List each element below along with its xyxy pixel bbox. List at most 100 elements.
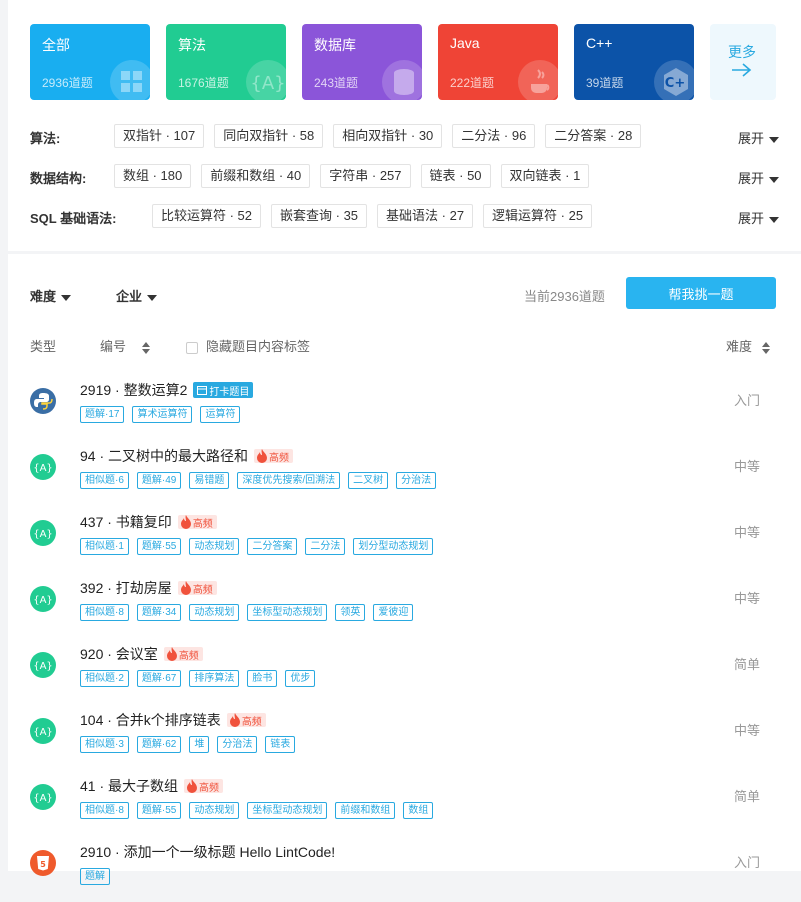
problem-tag[interactable]: 深度优先搜索/回溯法 <box>237 472 341 489</box>
problem-tag[interactable]: 坐标型动态规划 <box>247 604 328 621</box>
problem-tag[interactable]: 相似题·2 <box>80 670 129 687</box>
problem-tag[interactable]: 算术运算符 <box>132 406 193 423</box>
expand-button[interactable]: 展开 <box>738 208 780 227</box>
problem-tag[interactable]: 题解·67 <box>136 670 182 687</box>
problem-tag[interactable]: 划分型动态规划 <box>353 538 434 555</box>
problem-row[interactable]: {A} 920 · 会议室 高频 相似题·2 题解·67 排序算法 脸书 优步 简单 <box>8 638 801 704</box>
problem-tag[interactable]: 运算符 <box>200 406 241 423</box>
problem-row[interactable]: {A} 104 · 合并k个排序链表 高频 相似题·3 题解·62 堆分治法 链表 中等 <box>8 704 801 770</box>
tag-chip[interactable]: 逻辑运算符 · 25 <box>483 204 593 228</box>
problem-tag[interactable]: 领英 <box>335 604 366 621</box>
card-more[interactable]: 更多 <box>710 24 776 100</box>
problem-tag[interactable]: 脸书 <box>247 670 278 687</box>
problem-tag[interactable]: 优步 <box>285 670 316 687</box>
pick-problem-button[interactable]: 帮我挑一题 <box>626 277 776 309</box>
problem-title[interactable]: 41 · 最大子数组 高频 <box>80 776 224 796</box>
problem-tag[interactable]: 题解·55 <box>136 538 182 555</box>
problem-title-text[interactable]: 437 · 书籍复印 <box>80 512 172 532</box>
problem-tag[interactable]: 分治法 <box>217 736 258 753</box>
problem-title[interactable]: 104 · 合并k个排序链表 高频 <box>80 710 266 730</box>
company-filter[interactable]: 企业 <box>116 286 158 305</box>
problem-row[interactable]: {A} 437 · 书籍复印 高频 相似题·1 题解·55 动态规划 二分答案 二分法 划分型动… <box>8 506 801 572</box>
problem-title-text[interactable]: 2910 · 添加一个一级标题 Hello LintCode! <box>80 842 335 862</box>
problem-title-text[interactable]: 41 · 最大子数组 <box>80 776 178 796</box>
problem-tag[interactable]: 题解·17 <box>80 406 125 423</box>
problem-row[interactable]: 5 2910 · 添加一个一级标题 Hello LintCode! 题解 入门 <box>8 836 801 902</box>
problem-tag[interactable]: 坐标型动态规划 <box>247 802 328 819</box>
problem-tag[interactable]: 题解·34 <box>136 604 182 621</box>
problem-title-text[interactable]: 920 · 会议室 <box>80 644 158 664</box>
tag-chip[interactable]: 字符串 · 257 <box>320 164 411 188</box>
problem-tag[interactable]: 堆 <box>189 736 210 753</box>
database-icon <box>382 60 422 100</box>
problem-tag[interactable]: 题解·62 <box>136 736 182 753</box>
card-database[interactable]: 数据库 243道题 <box>302 24 422 100</box>
problem-title[interactable]: 2919 · 整数运算2 打卡题目 <box>80 380 254 400</box>
tag-chip[interactable]: 基础语法 · 27 <box>377 204 474 228</box>
card-title: C++ <box>586 35 613 51</box>
problem-row[interactable]: {A} 94 · 二叉树中的最大路径和 高频 相似题·6 题解·49 易错题 深度优先搜索/… <box>8 440 801 506</box>
difficulty-filter[interactable]: 难度 <box>30 286 72 305</box>
tag-chip[interactable]: 同向双指针 · 58 <box>214 124 324 148</box>
problem-title-text[interactable]: 104 · 合并k个排序链表 <box>80 710 221 730</box>
caret-down-icon <box>147 294 158 301</box>
header-number-sort[interactable]: 编号 <box>100 336 151 355</box>
filter-label: 难度 <box>30 289 57 304</box>
problem-tag[interactable]: 相似题·1 <box>80 538 129 555</box>
problem-tag[interactable]: 动态规划 <box>189 604 240 621</box>
header-difficulty-sort[interactable]: 难度 <box>726 336 771 355</box>
card-algorithm[interactable]: 算法 1676道题 {A} <box>166 24 286 100</box>
tag-chip[interactable]: 数组 · 180 <box>114 164 192 188</box>
problem-tag[interactable]: 相似题·3 <box>80 736 129 753</box>
problem-tag[interactable]: 动态规划 <box>189 538 240 555</box>
problem-tag[interactable]: 排序算法 <box>189 670 240 687</box>
problem-tag[interactable]: 前缀和数组 <box>335 802 396 819</box>
problem-title-text[interactable]: 2919 · 整数运算2 <box>80 380 187 400</box>
tag-chip[interactable]: 双指针 · 107 <box>114 124 205 148</box>
svg-text:{A}: {A} <box>33 793 53 804</box>
tag-chip[interactable]: 相向双指针 · 30 <box>333 124 443 148</box>
problem-title-text[interactable]: 94 · 二叉树中的最大路径和 <box>80 446 248 466</box>
card-count: 243道题 <box>314 76 359 90</box>
problem-title[interactable]: 437 · 书籍复印 高频 <box>80 512 217 532</box>
problem-tag[interactable]: 题解·49 <box>136 472 182 489</box>
tag-chip[interactable]: 二分答案 · 28 <box>545 124 642 148</box>
problem-tag[interactable]: 易错题 <box>189 472 230 489</box>
tag-chip[interactable]: 嵌套查询 · 35 <box>271 204 368 228</box>
problem-tag[interactable]: 二叉树 <box>348 472 389 489</box>
problem-tag[interactable]: 链表 <box>265 736 296 753</box>
svg-text:{A}: {A} <box>33 463 53 474</box>
tag-chip[interactable]: 二分法 · 96 <box>452 124 536 148</box>
problem-title[interactable]: 392 · 打劫房屋 高频 <box>80 578 217 598</box>
problem-tag[interactable]: 动态规划 <box>189 802 240 819</box>
problem-title[interactable]: 2910 · 添加一个一级标题 Hello LintCode! <box>80 842 335 862</box>
tag-chip[interactable]: 前缀和数组 · 40 <box>201 164 311 188</box>
tag-chip[interactable]: 双向链表 · 1 <box>500 164 590 188</box>
checkbox[interactable] <box>186 341 198 354</box>
problem-row[interactable]: {A} 392 · 打劫房屋 高频 相似题·8 题解·34 动态规划 坐标型动态规划 领英 爱彼… <box>8 572 801 638</box>
card-all[interactable]: 全部 2936道题 <box>30 24 150 100</box>
problem-tag[interactable]: 二分答案 <box>247 538 298 555</box>
tag-chip[interactable]: 比较运算符 · 52 <box>152 204 262 228</box>
problem-row[interactable]: {A} 41 · 最大子数组 高频 相似题·8 题解·55 动态规划 坐标型动态规划 前缀和数… <box>8 770 801 836</box>
problem-tag[interactable]: 二分法 <box>305 538 346 555</box>
problem-tag[interactable]: 相似题·6 <box>80 472 129 489</box>
problem-tag[interactable]: 相似题·8 <box>80 604 129 621</box>
algorithm-icon: {A} <box>30 652 56 678</box>
problem-tag[interactable]: 分治法 <box>396 472 437 489</box>
problem-tag[interactable]: 相似题·8 <box>80 802 129 819</box>
problem-tag[interactable]: 题解·55 <box>136 802 182 819</box>
problem-tag[interactable]: 爱彼迎 <box>373 604 414 621</box>
problem-title-text[interactable]: 392 · 打劫房屋 <box>80 578 172 598</box>
expand-button[interactable]: 展开 <box>738 128 780 147</box>
problem-title[interactable]: 920 · 会议室 高频 <box>80 644 203 664</box>
fire-icon <box>257 449 268 463</box>
hide-tags-toggle[interactable]: 隐藏题目内容标签 <box>186 336 310 355</box>
problem-title[interactable]: 94 · 二叉树中的最大路径和 高频 <box>80 446 294 466</box>
problem-tag[interactable]: 数组 <box>403 802 434 819</box>
tag-chip[interactable]: 链表 · 50 <box>420 164 491 188</box>
problem-row[interactable]: 2919 · 整数运算2 打卡题目 题解·17 算术运算符 运算符 入门 <box>8 374 801 440</box>
card-java[interactable]: Java 222道题 <box>438 24 558 100</box>
expand-button[interactable]: 展开 <box>738 168 780 187</box>
card-cpp[interactable]: C++ 39道题 C+ <box>574 24 694 100</box>
